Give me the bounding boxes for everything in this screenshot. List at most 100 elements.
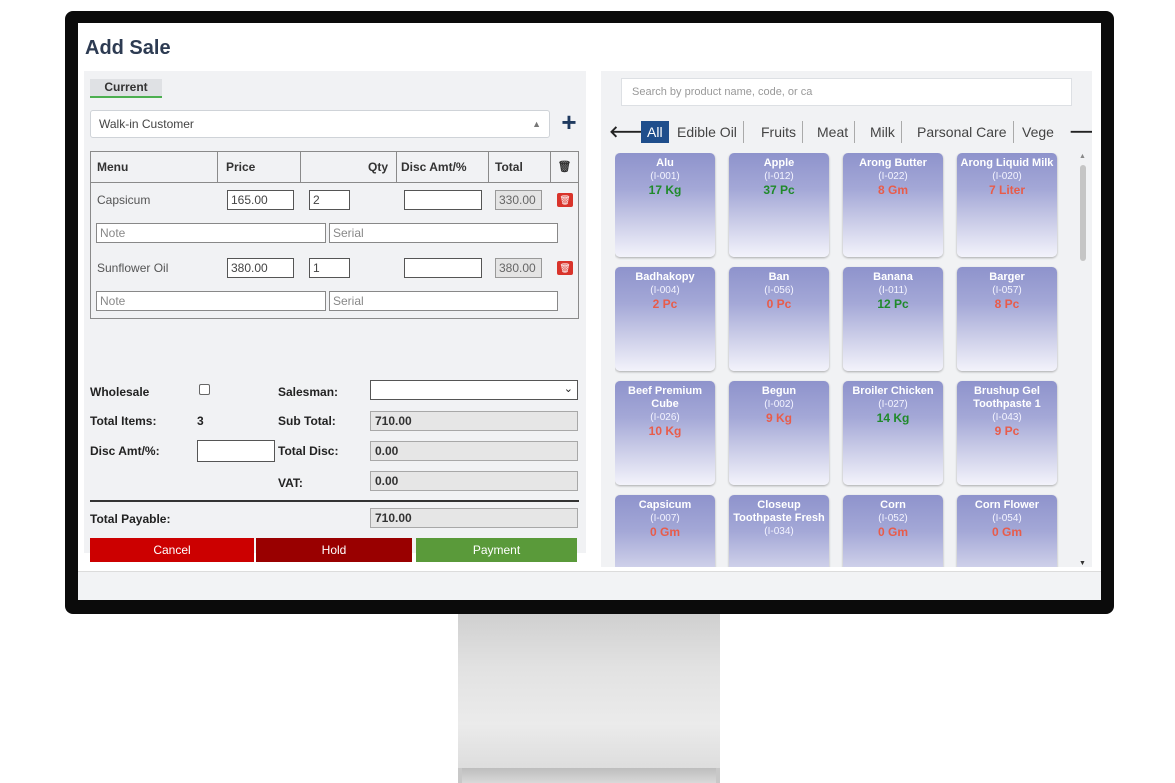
disc-input[interactable] <box>404 258 482 278</box>
category-tab[interactable]: Edible Oil <box>671 121 744 143</box>
cancel-button[interactable]: Cancel <box>90 538 254 562</box>
category-tab[interactable]: Parsonal Care <box>911 121 1014 143</box>
price-input[interactable]: 165.00 <box>227 190 294 210</box>
product-tile[interactable]: Badhakopy (I-004) 2 Pc <box>615 267 715 371</box>
product-code: (I-057) <box>992 285 1022 296</box>
total-payable-value: 710.00 <box>370 508 578 528</box>
header-menu: Menu <box>91 152 218 182</box>
cart-header: Menu Price Qty Disc Amt/% Total 🗑 <box>91 152 578 183</box>
product-name: Alu <box>656 157 674 169</box>
product-tile[interactable]: Banana (I-011) 12 Pc <box>843 267 943 371</box>
product-tile[interactable]: Apple (I-012) 37 Pc <box>729 153 829 257</box>
product-tile[interactable]: Broiler Chicken (I-027) 14 Kg <box>843 381 943 485</box>
category-tab[interactable]: Vege <box>1016 121 1068 143</box>
hold-button[interactable]: Hold <box>256 538 412 562</box>
cart-item-name: Sunflower Oil <box>97 261 169 275</box>
product-stock: 17 Kg <box>648 183 682 197</box>
product-name: Broiler Chicken <box>852 385 934 397</box>
header-total: Total <box>489 152 551 182</box>
page-title: Add Sale <box>85 37 171 59</box>
price-input[interactable]: 380.00 <box>227 258 294 278</box>
product-code: (I-034) <box>764 526 794 537</box>
product-stock: 9 Pc <box>994 424 1020 438</box>
tab-current[interactable]: Current <box>90 79 162 98</box>
scroll-down-icon[interactable]: ▼ <box>1079 560 1086 567</box>
category-bar: 🡐 All Edible Oil Fruits Meat Milk Parson… <box>601 117 1092 147</box>
search-input[interactable]: Search by product name, code, or ca <box>621 78 1072 106</box>
total-payable-label: Total Payable: <box>90 512 171 526</box>
wholesale-label: Wholesale <box>90 385 150 399</box>
product-tile[interactable]: Arong Butter (I-022) 8 Gm <box>843 153 943 257</box>
product-code: (I-027) <box>878 399 908 410</box>
footer-bar <box>78 571 1101 600</box>
disc-input[interactable] <box>404 190 482 210</box>
product-tile[interactable]: Begun (I-002) 9 Kg <box>729 381 829 485</box>
qty-input[interactable]: 2 <box>309 190 350 210</box>
category-tab[interactable]: Meat <box>811 121 856 143</box>
monitor-stand <box>458 612 720 772</box>
app-content: Add Sale Current Walk-in Customer ▲ + Me… <box>78 23 1101 571</box>
total-disc-value: 0.00 <box>370 441 578 461</box>
serial-input[interactable]: Serial <box>329 291 558 311</box>
cart-table: Menu Price Qty Disc Amt/% Total 🗑 Capsic… <box>90 151 579 319</box>
product-name: Corn <box>880 499 906 511</box>
sale-panel: Current Walk-in Customer ▲ + Menu Price … <box>84 71 586 562</box>
product-tile[interactable]: Alu (I-001) 17 Kg <box>615 153 715 257</box>
product-stock: 0 Gm <box>649 525 680 539</box>
customer-select[interactable]: Walk-in Customer ▲ <box>90 110 550 138</box>
chevron-down-icon: ▲ <box>532 119 541 129</box>
scrollbar-thumb[interactable] <box>1080 165 1086 261</box>
category-tab[interactable]: Milk <box>864 121 902 143</box>
product-stock: 37 Pc <box>763 183 795 197</box>
product-name: Arong Liquid Milk <box>960 157 1054 169</box>
trash-icon: 🗑 <box>557 161 572 173</box>
product-tile[interactable]: Barger (I-057) 8 Pc <box>957 267 1057 371</box>
product-tile[interactable]: Beef Premium Cube (I-026) 10 Kg <box>615 381 715 485</box>
category-tab[interactable]: Fruits <box>755 121 803 143</box>
product-stock: 8 Pc <box>994 297 1020 311</box>
disc-amount-input[interactable] <box>197 440 275 462</box>
scrollbar[interactable]: ▲ ▼ <box>1078 153 1088 567</box>
serial-input[interactable]: Serial <box>329 223 558 243</box>
product-code: (I-012) <box>764 171 794 182</box>
total-items-label: Total Items: <box>90 414 157 428</box>
product-stock: 0 Gm <box>991 525 1022 539</box>
note-input[interactable]: Note <box>96 291 326 311</box>
product-tile[interactable]: Arong Liquid Milk (I-020) 7 Liter <box>957 153 1057 257</box>
row-total: 380.00 <box>495 258 542 278</box>
qty-input[interactable]: 1 <box>309 258 350 278</box>
product-code: (I-004) <box>650 285 680 296</box>
header-disc: Disc Amt/% <box>397 152 489 182</box>
product-tile[interactable]: Corn Flower (I-054) 0 Gm <box>957 495 1057 567</box>
plus-icon[interactable]: + <box>558 109 580 137</box>
product-tile[interactable]: Corn (I-052) 0 Gm <box>843 495 943 567</box>
scroll-up-icon[interactable]: ▲ <box>1079 153 1086 160</box>
product-stock: 0 Gm <box>877 525 908 539</box>
total-disc-label: Total Disc: <box>278 444 339 458</box>
product-name: Capsicum <box>638 499 692 511</box>
screen: Add Sale Current Walk-in Customer ▲ + Me… <box>78 23 1101 600</box>
product-name: Arong Butter <box>859 157 927 169</box>
category-tab[interactable]: All <box>641 121 669 143</box>
vat-label: VAT: <box>278 476 303 490</box>
product-name: Closeup Toothpaste Fresh <box>733 499 825 524</box>
product-tile[interactable]: Capsicum (I-007) 0 Gm <box>615 495 715 567</box>
delete-icon[interactable]: 🗑 <box>557 261 573 275</box>
product-code: (I-054) <box>992 513 1022 524</box>
product-tile[interactable]: Closeup Toothpaste Fresh (I-034) <box>729 495 829 567</box>
salesman-select[interactable]: ⌄ <box>370 380 578 400</box>
arrow-right-icon[interactable]: 🡒 <box>1069 121 1092 142</box>
vat-value: 0.00 <box>370 471 578 491</box>
wholesale-checkbox[interactable] <box>199 384 210 395</box>
product-name: Ban <box>768 271 790 283</box>
disc-label: Disc Amt/%: <box>90 444 160 458</box>
delete-icon[interactable]: 🗑 <box>557 193 573 207</box>
product-stock: 10 Kg <box>648 424 682 438</box>
payment-button[interactable]: Payment <box>416 538 577 562</box>
product-tile[interactable]: Brushup Gel Toothpaste 1 (I-043) 9 Pc <box>957 381 1057 485</box>
product-tile[interactable]: Ban (I-056) 0 Pc <box>729 267 829 371</box>
product-code: (I-011) <box>878 285 908 296</box>
divider <box>90 500 579 502</box>
subtotal-value: 710.00 <box>370 411 578 431</box>
note-input[interactable]: Note <box>96 223 326 243</box>
